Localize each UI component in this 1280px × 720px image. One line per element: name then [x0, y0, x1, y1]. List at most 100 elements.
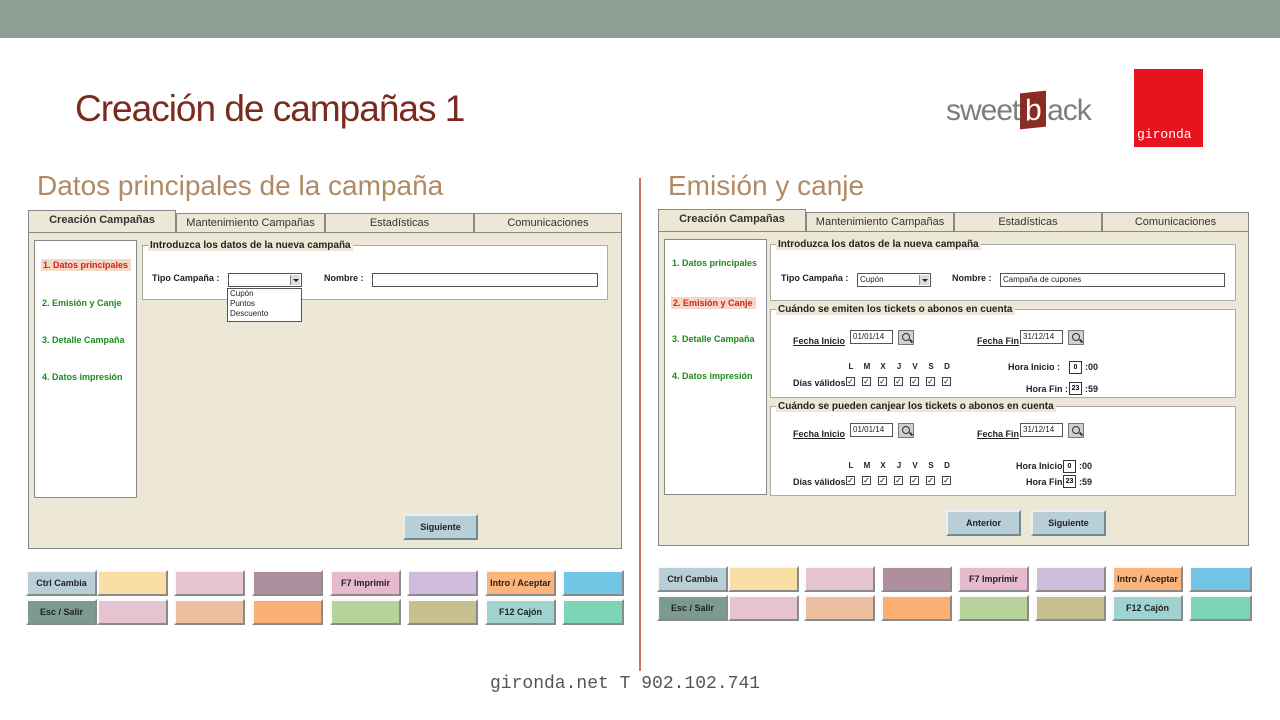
sidebar-item-detalle[interactable]: 3. Detalle Campaña [672, 334, 755, 344]
color-key[interactable] [407, 570, 478, 596]
color-key[interactable] [330, 599, 401, 625]
color-key[interactable] [728, 566, 799, 592]
day-checkbox[interactable]: ✓ [942, 377, 951, 386]
siguiente-button[interactable]: Siguiente [403, 514, 478, 540]
key-f12-cajon[interactable]: F12 Cajón [485, 599, 556, 625]
day-checkbox[interactable]: ✓ [862, 377, 871, 386]
right-heading: Emisión y canje [668, 170, 865, 201]
key-ctrl-cambia[interactable]: Ctrl Cambia [657, 566, 728, 592]
siguiente-button[interactable]: Siguiente [1031, 510, 1106, 536]
search-icon[interactable] [1068, 423, 1084, 438]
color-key[interactable] [1189, 595, 1252, 621]
sidebar-item-emision[interactable]: 2. Emisión y Canje [671, 297, 756, 309]
tab-estadisticas[interactable]: Estadísticas [325, 213, 474, 232]
fecha-fin-input[interactable]: 31/12/14 [1020, 423, 1063, 437]
tipo-select[interactable] [228, 273, 302, 287]
day-checkbox[interactable]: ✓ [878, 377, 887, 386]
hora-inicio-min: :00 [1079, 461, 1093, 471]
tab-estadisticas[interactable]: Estadísticas [954, 212, 1102, 231]
day-label: D [944, 362, 950, 371]
day-checkbox[interactable]: ✓ [878, 476, 887, 485]
dropdown-option[interactable]: Cupón [228, 289, 301, 299]
left-group-datos: Introduzca los datos de la nueva campaña… [142, 240, 608, 300]
tab-mantenimiento[interactable]: Mantenimiento Campañas [806, 212, 954, 231]
color-key[interactable] [1035, 595, 1106, 621]
day-checkbox[interactable]: ✓ [846, 476, 855, 485]
color-key[interactable] [958, 595, 1029, 621]
key-ctrl-cambia[interactable]: Ctrl Cambia [26, 570, 97, 596]
hora-inicio-input[interactable]: 0 [1069, 361, 1082, 374]
fecha-fin-label: Fecha Fin [977, 336, 1020, 346]
key-esc-salir[interactable]: Esc / Salir [26, 599, 97, 625]
sidebar-item-emision[interactable]: 2. Emisión y Canje [42, 298, 122, 308]
hora-fin-input[interactable]: 23 [1063, 475, 1076, 488]
search-icon[interactable] [898, 423, 914, 438]
hora-fin-min: :59 [1085, 384, 1099, 394]
color-key[interactable] [804, 595, 875, 621]
color-key[interactable] [562, 599, 624, 625]
sidebar-item-datos[interactable]: 1. Datos principales [41, 259, 132, 271]
sidebar-item-impresion[interactable]: 4. Datos impresión [42, 372, 123, 382]
day-label: D [944, 461, 950, 470]
key-intro-aceptar[interactable]: Intro / Aceptar [1112, 566, 1183, 592]
fecha-inicio-input[interactable]: 01/01/14 [850, 423, 893, 437]
nombre-input[interactable]: Campaña de cupones [1000, 273, 1225, 287]
color-key[interactable] [407, 599, 478, 625]
color-key[interactable] [881, 595, 952, 621]
sidebar-item-datos[interactable]: 1. Datos principales [672, 258, 757, 268]
left-app-window: Creación Campañas Mantenimiento Campañas… [28, 210, 622, 549]
day-checkbox[interactable]: ✓ [894, 377, 903, 386]
day-checkbox[interactable]: ✓ [926, 476, 935, 485]
day-checkbox[interactable]: ✓ [862, 476, 871, 485]
day-checkbox[interactable]: ✓ [894, 476, 903, 485]
chevron-down-icon[interactable] [919, 275, 929, 285]
day-checkbox[interactable]: ✓ [910, 476, 919, 485]
key-f7-imprimir[interactable]: F7 Imprimir [330, 570, 401, 596]
color-key[interactable] [1035, 566, 1106, 592]
sidebar-item-impresion[interactable]: 4. Datos impresión [672, 371, 753, 381]
dropdown-option[interactable]: Puntos [228, 299, 301, 309]
color-key[interactable] [881, 566, 952, 592]
chevron-down-icon[interactable] [290, 275, 300, 285]
dropdown-option[interactable]: Descuento [228, 309, 301, 319]
group-title: Cuándo se pueden canjear los tickets o a… [776, 401, 1056, 412]
sidebar-item-detalle[interactable]: 3. Detalle Campaña [42, 335, 125, 345]
key-intro-aceptar[interactable]: Intro / Aceptar [485, 570, 556, 596]
tab-comunicaciones[interactable]: Comunicaciones [1102, 212, 1249, 231]
key-f7-imprimir[interactable]: F7 Imprimir [958, 566, 1029, 592]
day-checkbox[interactable]: ✓ [926, 377, 935, 386]
key-f12-cajon[interactable]: F12 Cajón [1112, 595, 1183, 621]
right-app-window: Creación Campañas Mantenimiento Campañas… [658, 209, 1249, 546]
color-key[interactable] [97, 570, 168, 596]
color-key[interactable] [1189, 566, 1252, 592]
day-checkbox[interactable]: ✓ [846, 377, 855, 386]
tab-creacion[interactable]: Creación Campañas [658, 209, 806, 231]
color-key[interactable] [562, 570, 624, 596]
nombre-input[interactable] [372, 273, 598, 287]
tab-comunicaciones[interactable]: Comunicaciones [474, 213, 622, 232]
color-key[interactable] [804, 566, 875, 592]
color-key[interactable] [97, 599, 168, 625]
color-key[interactable] [174, 570, 245, 596]
group-title: Cuándo se emiten los tickets o abonos en… [776, 304, 1015, 315]
search-icon[interactable] [898, 330, 914, 345]
day-checkbox[interactable]: ✓ [910, 377, 919, 386]
key-esc-salir[interactable]: Esc / Salir [657, 595, 728, 621]
day-label: M [863, 461, 871, 470]
tab-creacion[interactable]: Creación Campañas [28, 210, 176, 232]
color-key[interactable] [174, 599, 245, 625]
tipo-select[interactable]: Cupón [857, 273, 931, 287]
anterior-button[interactable]: Anterior [946, 510, 1021, 536]
color-key[interactable] [252, 570, 323, 596]
canje-group: Cuándo se pueden canjear los tickets o a… [770, 401, 1236, 496]
fecha-inicio-input[interactable]: 01/01/14 [850, 330, 893, 344]
fecha-fin-input[interactable]: 31/12/14 [1020, 330, 1063, 344]
color-key[interactable] [252, 599, 323, 625]
day-checkbox[interactable]: ✓ [942, 476, 951, 485]
search-icon[interactable] [1068, 330, 1084, 345]
day-label: J [896, 461, 902, 470]
tab-mantenimiento[interactable]: Mantenimiento Campañas [176, 213, 325, 232]
hora-fin-input[interactable]: 23 [1069, 382, 1082, 395]
hora-inicio-input[interactable]: 0 [1063, 460, 1076, 473]
color-key[interactable] [728, 595, 799, 621]
